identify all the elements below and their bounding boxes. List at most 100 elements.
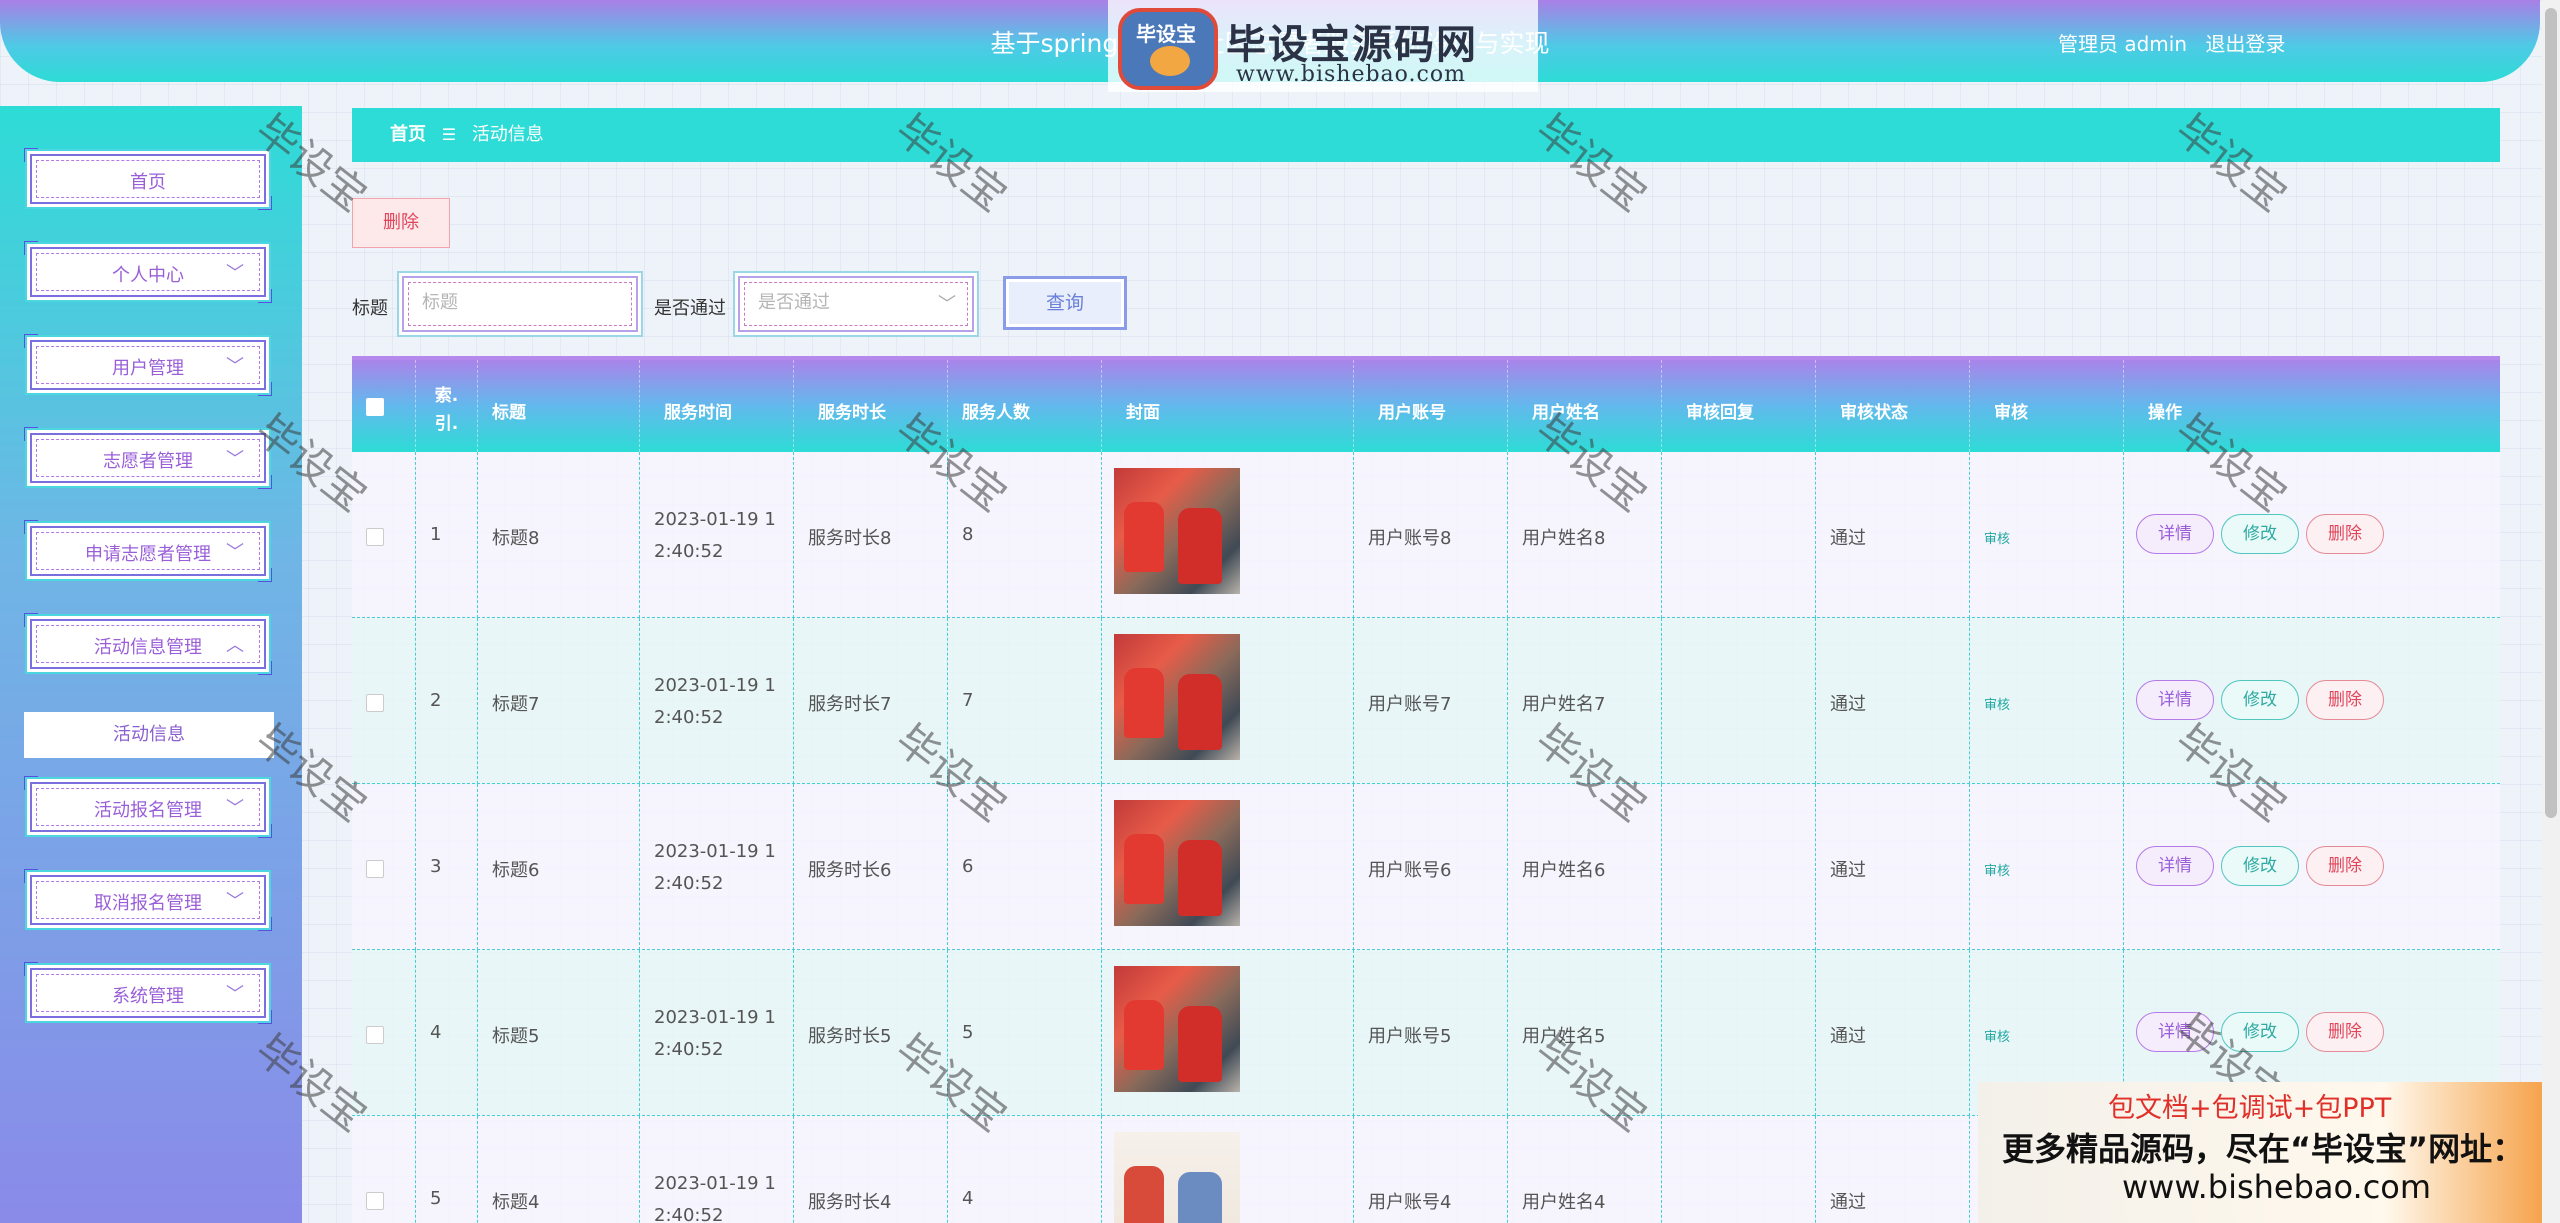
delete-button[interactable]: 删除 — [2306, 514, 2384, 554]
promo-line-3: www.bishebao.com — [2122, 1168, 2432, 1206]
title-filter-field[interactable] — [402, 276, 638, 332]
column-header-audit: 审核 — [1970, 360, 2124, 452]
row-index: 4 — [430, 1022, 442, 1043]
row-name: 用户姓名7 — [1522, 694, 1606, 715]
chevron-down-icon: ﹀ — [226, 263, 244, 284]
audit-link[interactable]: 审核 — [1984, 528, 2010, 547]
cover-image[interactable] — [1114, 634, 1240, 760]
edit-button[interactable]: 修改 — [2221, 1012, 2299, 1052]
delete-button[interactable]: 删除 — [2306, 1012, 2384, 1052]
row-index: 1 — [430, 524, 442, 545]
breadcrumb-home[interactable]: 首页 — [390, 124, 426, 145]
breadcrumb-current: 活动信息 — [471, 124, 544, 145]
row-title: 标题6 — [492, 860, 540, 881]
detail-button[interactable]: 详情 — [2136, 680, 2214, 720]
title-cell: 标题5 — [478, 950, 640, 1116]
user-account-cell: 用户账号7 — [1354, 618, 1508, 784]
title-search-input[interactable] — [422, 292, 608, 313]
row-status: 通过 — [1830, 860, 1866, 881]
audit-link[interactable]: 审核 — [1984, 694, 2010, 713]
audit-reply-cell — [1662, 950, 1816, 1116]
column-header-cover: 封面 — [1102, 360, 1354, 452]
row-time-line-1: 2023-01-19 1 — [654, 841, 776, 862]
service-time-cell: 2023-01-19 1 2:40:52 — [640, 950, 794, 1116]
page-scrollbar[interactable] — [2542, 0, 2560, 1223]
logout-link[interactable]: 退出登录 — [2205, 32, 2285, 56]
sidebar-item-volunteer-application[interactable]: 申请志愿者管理 ﹀ — [24, 520, 272, 582]
sidebar-item-user-management[interactable]: 用户管理 ﹀ — [24, 334, 272, 396]
cover-cell — [1102, 618, 1354, 784]
title-cell: 标题6 — [478, 784, 640, 950]
row-time-line-1: 2023-01-19 1 — [654, 509, 776, 530]
row-checkbox[interactable] — [366, 694, 384, 712]
audit-link[interactable]: 审核 — [1984, 860, 2010, 879]
approved-select[interactable]: ﹀ — [738, 276, 974, 332]
actions-cell: 详情修改删除 — [2124, 784, 2500, 950]
row-name: 用户姓名8 — [1522, 528, 1606, 549]
sidebar-subitem-activity-info[interactable]: 活动信息 — [24, 712, 274, 758]
column-header-service-duration: 服务时长 — [794, 360, 948, 452]
service-time-cell: 2023-01-19 1 2:40:52 — [640, 618, 794, 784]
row-title: 标题8 — [492, 528, 540, 549]
sidebar-item-system-management[interactable]: 系统管理 ﹀ — [24, 962, 272, 1024]
audit-link[interactable]: 审核 — [1984, 1026, 2010, 1045]
service-duration-cell: 服务时长6 — [794, 784, 948, 950]
title-cell: 标题4 — [478, 1116, 640, 1223]
audit-cell: 审核 — [1970, 452, 2124, 618]
row-time-line-1: 2023-01-19 1 — [654, 675, 776, 696]
delete-button[interactable]: 删除 — [2306, 680, 2384, 720]
user-name-cell: 用户姓名7 — [1508, 618, 1662, 784]
table-header: 索. 引. 标题 服务时间 服务时长 服务人数 封面 用户账号 用户姓名 审核回复… — [352, 360, 2500, 452]
sidebar-item-cancel-signup[interactable]: 取消报名管理 ﹀ — [24, 869, 272, 931]
promo-banner[interactable]: 包文档+包调试+包PPT 更多精品源码，尽在“毕设宝”网址： www.bishe… — [1978, 1082, 2560, 1223]
delete-button[interactable]: 删除 — [2306, 846, 2384, 886]
row-title: 标题7 — [492, 694, 540, 715]
select-cell — [352, 618, 416, 784]
sidebar-item-home[interactable]: 首页 — [24, 148, 272, 210]
sidebar-item-activity-management[interactable]: 活动信息管理 ︿ — [24, 613, 272, 675]
cover-image[interactable] — [1114, 1132, 1240, 1223]
scrollbar-thumb[interactable] — [2545, 8, 2557, 818]
service-people-cell: 5 — [948, 950, 1102, 1116]
row-duration: 服务时长8 — [808, 528, 892, 549]
service-people-cell: 4 — [948, 1116, 1102, 1223]
row-checkbox[interactable] — [366, 860, 384, 878]
row-account: 用户账号8 — [1368, 528, 1452, 549]
column-header-service-people: 服务人数 — [948, 360, 1102, 452]
sidebar-item-signup-management[interactable]: 活动报名管理 ﹀ — [24, 776, 272, 838]
edit-button[interactable]: 修改 — [2221, 846, 2299, 886]
row-account: 用户账号7 — [1368, 694, 1452, 715]
edit-button[interactable]: 修改 — [2221, 680, 2299, 720]
cover-image[interactable] — [1114, 468, 1240, 594]
breadcrumb-separator-icon: ☰ — [441, 125, 457, 144]
sidebar-item-volunteer-management[interactable]: 志愿者管理 ﹀ — [24, 427, 272, 489]
detail-button[interactable]: 详情 — [2136, 1012, 2214, 1052]
service-people-cell: 6 — [948, 784, 1102, 950]
sidebar-item-personal-center[interactable]: 个人中心 ﹀ — [24, 241, 272, 303]
batch-delete-button[interactable]: 删除 — [352, 198, 450, 248]
select-all-checkbox[interactable] — [366, 398, 384, 416]
approved-select-input[interactable] — [758, 292, 944, 313]
row-people: 8 — [962, 524, 974, 545]
table-row: 3 标题6 2023-01-19 1 2:40:52 服务时长6 6 用户账号6 用户姓名6 通… — [352, 784, 2500, 950]
service-time-cell: 2023-01-19 1 2:40:52 — [640, 1116, 794, 1223]
cover-image[interactable] — [1114, 800, 1240, 926]
detail-button[interactable]: 详情 — [2136, 514, 2214, 554]
select-cell — [352, 452, 416, 618]
index-cell: 5 — [416, 1116, 478, 1223]
row-checkbox[interactable] — [366, 1192, 384, 1210]
audit-cell: 审核 — [1970, 618, 2124, 784]
row-checkbox[interactable] — [366, 1026, 384, 1044]
edit-button[interactable]: 修改 — [2221, 514, 2299, 554]
row-time-line-2: 2:40:52 — [654, 873, 724, 894]
row-checkbox[interactable] — [366, 528, 384, 546]
detail-button[interactable]: 详情 — [2136, 846, 2214, 886]
select-cell — [352, 950, 416, 1116]
cover-image[interactable] — [1114, 966, 1240, 1092]
audit-status-cell: 通过 — [1816, 618, 1970, 784]
title-cell: 标题8 — [478, 452, 640, 618]
row-people: 4 — [962, 1188, 974, 1209]
query-button[interactable]: 查询 — [1003, 276, 1127, 330]
column-header-title: 标题 — [478, 360, 640, 452]
row-time-line-2: 2:40:52 — [654, 1039, 724, 1060]
